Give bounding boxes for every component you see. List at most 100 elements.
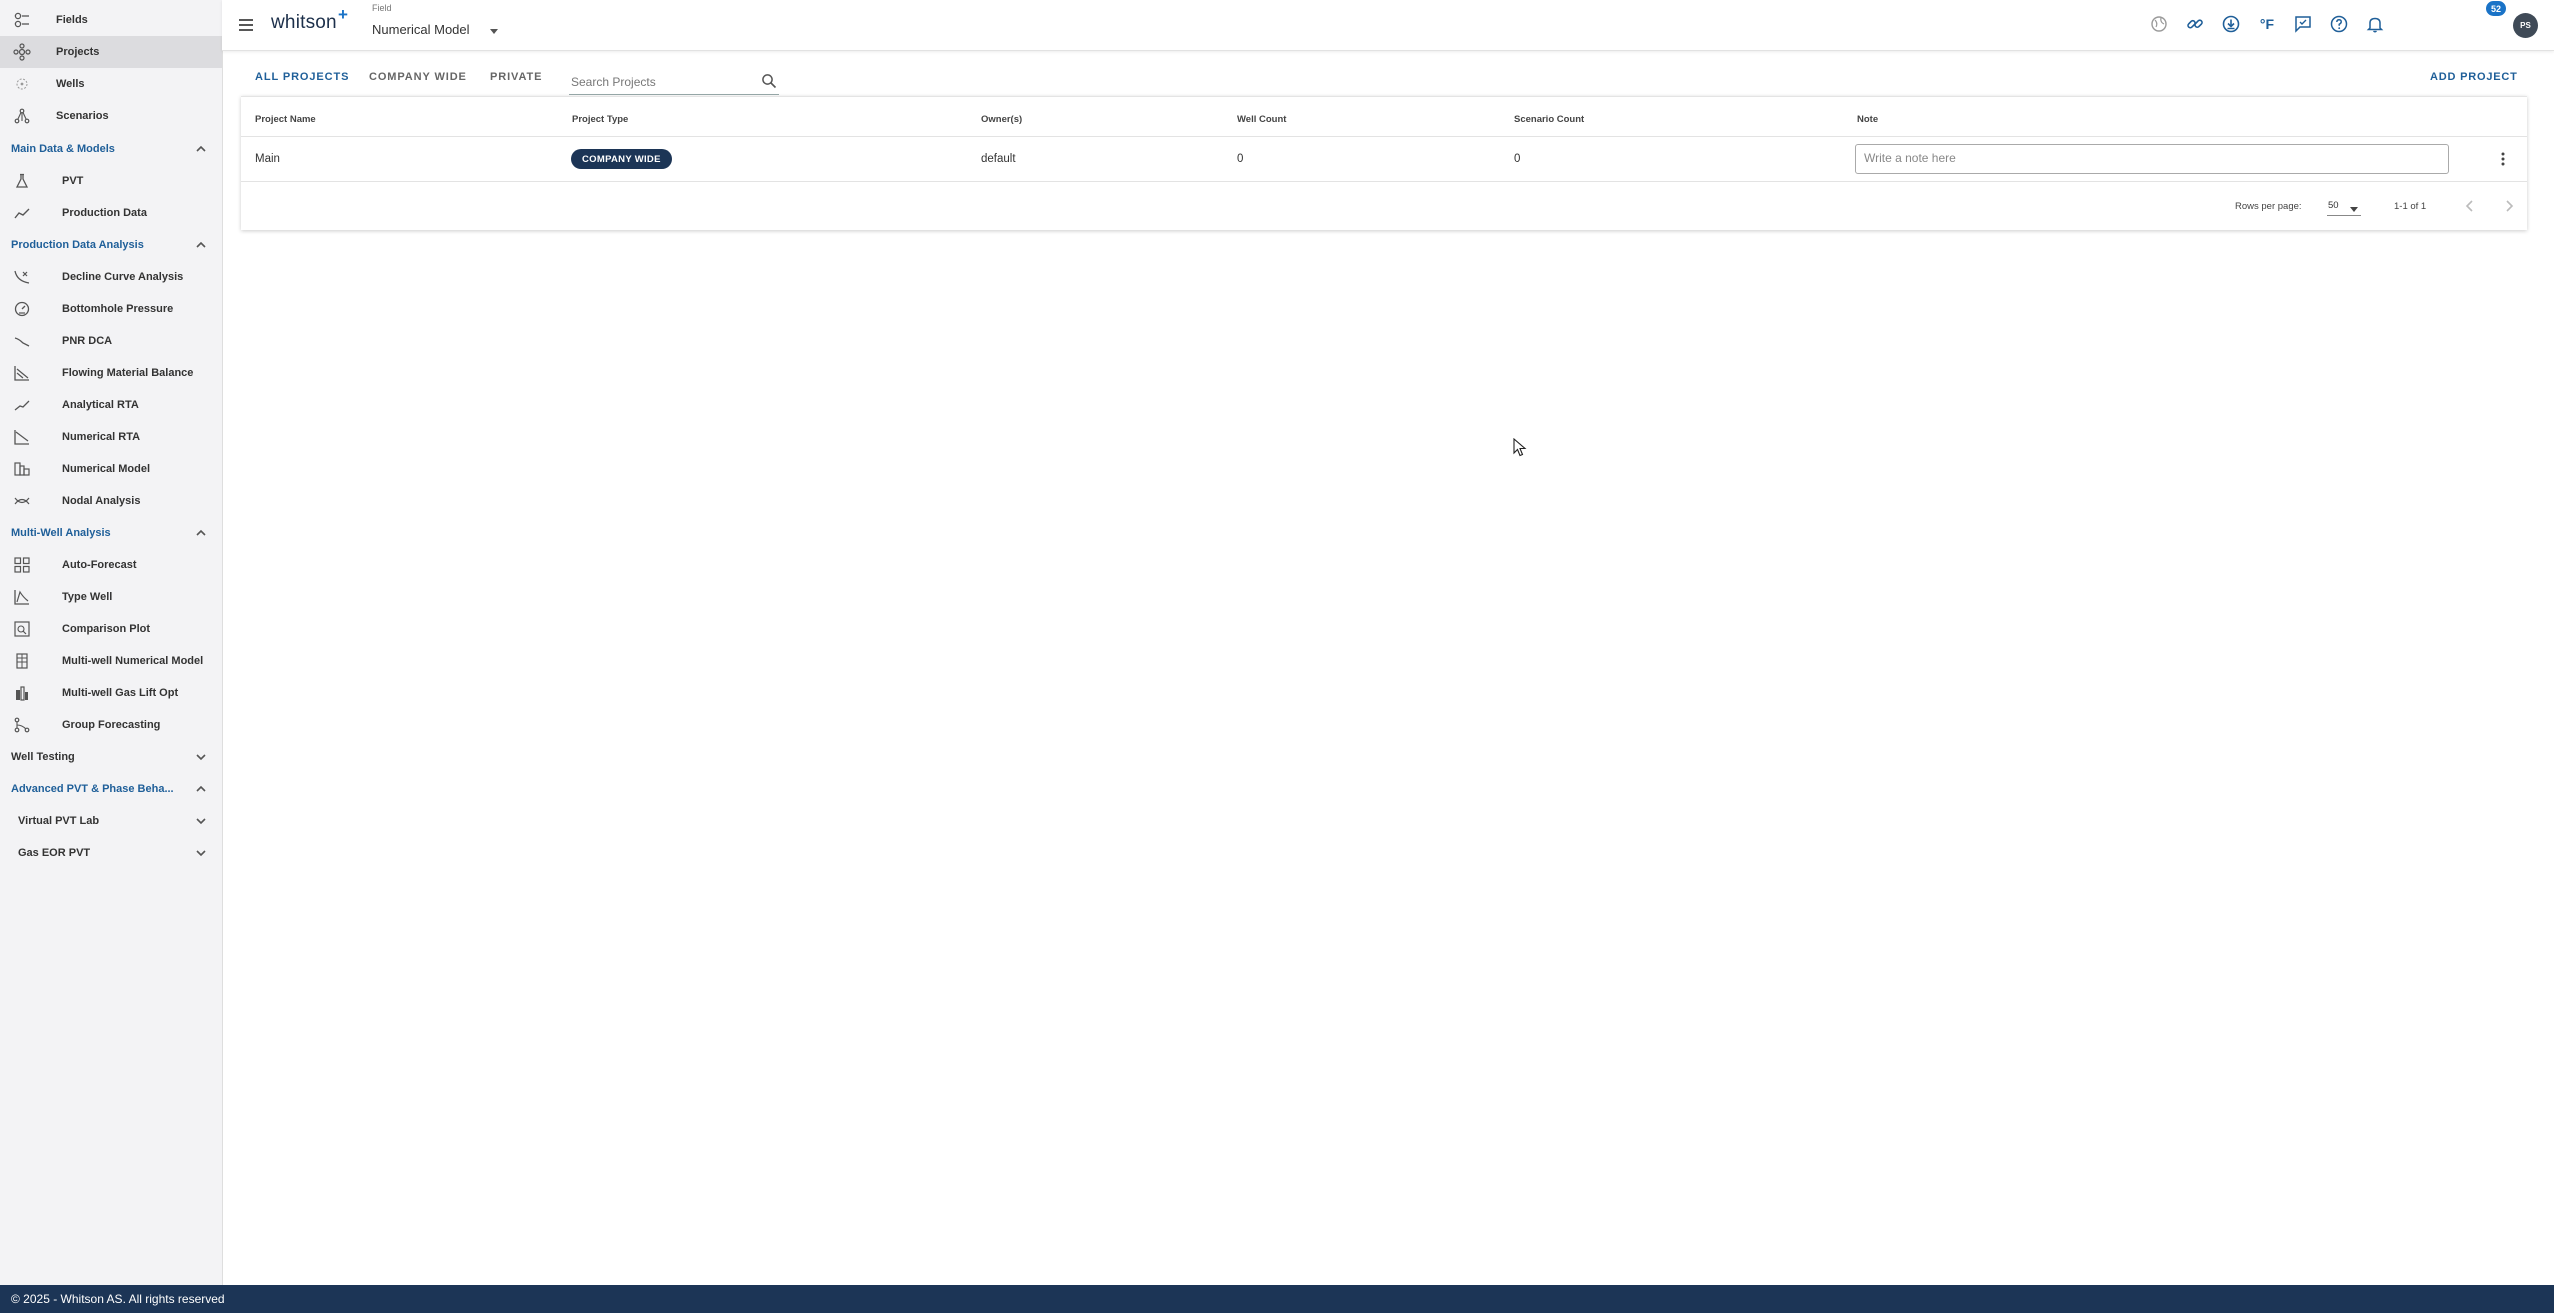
sidebar-item-decline-curve-analysis[interactable]: Decline Curve Analysis [0, 261, 222, 293]
sidebar-item-group-forecasting[interactable]: Group Forecasting [0, 709, 222, 741]
sidebar-item-label: Auto-Forecast [62, 559, 137, 571]
section-label: Well Testing [11, 751, 75, 763]
column-header-owners[interactable]: Owner(s) [981, 114, 1022, 125]
next-page-icon[interactable] [2499, 196, 2519, 216]
project-type-badge: COMPANY WIDE [571, 149, 672, 169]
caret-down-icon[interactable] [488, 24, 500, 36]
type-well-icon [13, 588, 31, 606]
sidebar-item-label: Nodal Analysis [62, 495, 141, 507]
sidebar-item-pvt[interactable]: PVT [0, 165, 222, 197]
sidebar-item-type-well[interactable]: Type Well [0, 581, 222, 613]
sidebar-item-label: Multi-well Gas Lift Opt [62, 687, 179, 699]
note-input[interactable] [1855, 144, 2449, 174]
notification-count-badge: 52 [2486, 1, 2506, 16]
sidebar-item-pnr-dca[interactable]: PNR DCA [0, 325, 222, 357]
temperature-unit-toggle[interactable]: °F [2256, 13, 2278, 35]
projects-icon [13, 43, 31, 61]
scenarios-icon [13, 107, 31, 125]
sidebar-item-label: Bottomhole Pressure [62, 303, 174, 315]
user-avatar[interactable]: PS [2513, 13, 2538, 38]
cell-well-count: 0 [1237, 153, 1244, 165]
sidebar-item-comparison-plot[interactable]: Comparison Plot [0, 613, 222, 645]
cell-scenario-count: 0 [1514, 153, 1521, 165]
column-header-project-name[interactable]: Project Name [255, 114, 316, 125]
trend-icon [13, 204, 31, 222]
previous-page-icon[interactable] [2460, 196, 2480, 216]
link-icon[interactable] [2184, 13, 2206, 35]
sidebar-item-label: Comparison Plot [62, 623, 151, 635]
decline-icon [13, 268, 31, 286]
gauge-icon [13, 300, 31, 318]
section-multi-well-analysis[interactable]: Multi-Well Analysis [0, 517, 222, 549]
column-header-well-count[interactable]: Well Count [1237, 114, 1286, 125]
numerical-model-icon [13, 460, 31, 478]
section-well-testing[interactable]: Well Testing [0, 741, 222, 773]
section-label: Virtual PVT Lab [18, 815, 100, 827]
app-logo[interactable]: whitson [271, 12, 337, 34]
search-icon[interactable] [761, 73, 777, 89]
sidebar-item-projects[interactable]: Projects [0, 36, 222, 68]
download-icon[interactable] [2220, 13, 2242, 35]
sidebar-item-multi-well-numerical-model[interactable]: Multi-well Numerical Model [0, 645, 222, 677]
field-selector-value[interactable]: Numerical Model [372, 22, 470, 37]
sidebar-item-flowing-material-balance[interactable]: Flowing Material Balance [0, 357, 222, 389]
sidebar-item-production-data[interactable]: Production Data [0, 197, 222, 229]
footer-copyright: © 2025 - Whitson AS. All rights reserved [11, 1292, 225, 1306]
sidebar-item-wells[interactable]: Wells [0, 68, 222, 100]
sidebar-item-label: Numerical RTA [62, 431, 141, 443]
tab-private[interactable]: PRIVATE [490, 71, 542, 83]
chevron-up-icon [194, 526, 208, 540]
column-header-scenario-count[interactable]: Scenario Count [1514, 114, 1584, 125]
rows-per-page-value[interactable]: 50 [2328, 200, 2339, 211]
cell-owners: default [981, 153, 1016, 165]
section-production-data-analysis[interactable]: Production Data Analysis [0, 229, 222, 261]
section-label: Multi-Well Analysis [11, 527, 111, 539]
column-header-note[interactable]: Note [1857, 114, 1878, 125]
sidebar-item-numerical-rta[interactable]: Numerical RTA [0, 421, 222, 453]
sidebar-item-scenarios[interactable]: Scenarios [0, 100, 222, 132]
tab-all-projects[interactable]: ALL PROJECTS [255, 71, 349, 83]
sidebar-item-label: Production Data [62, 207, 147, 219]
sidebar-item-analytical-rta[interactable]: Analytical RTA [0, 389, 222, 421]
sidebar-item-auto-forecast[interactable]: Auto-Forecast [0, 549, 222, 581]
help-icon[interactable] [2328, 13, 2350, 35]
fmb-icon [13, 364, 31, 382]
sidebar-item-fields[interactable]: Fields [0, 4, 222, 36]
field-caption: Field [372, 3, 392, 13]
section-advanced-pvt[interactable]: Advanced PVT & Phase Beha... [0, 773, 222, 805]
column-header-project-type[interactable]: Project Type [572, 114, 628, 125]
cell-project-name[interactable]: Main [255, 153, 280, 165]
section-virtual-pvt-lab[interactable]: Virtual PVT Lab [0, 805, 222, 837]
row-divider [241, 181, 2527, 182]
caret-down-icon[interactable] [2349, 201, 2359, 212]
feedback-icon[interactable] [2292, 13, 2314, 35]
section-label: Advanced PVT & Phase Beha... [11, 783, 174, 795]
grid-icon [13, 556, 31, 574]
menu-icon[interactable] [236, 15, 256, 35]
sidebar-item-label: Type Well [62, 591, 113, 603]
tab-company-wide[interactable]: COMPANY WIDE [369, 71, 467, 83]
section-main-data-models[interactable]: Main Data & Models [0, 133, 222, 165]
fields-icon [13, 11, 31, 29]
sidebar-item-nodal-analysis[interactable]: Nodal Analysis [0, 485, 222, 517]
pnr-icon [13, 332, 31, 350]
notifications-bell-icon[interactable] [2364, 13, 2386, 35]
sidebar-item-label: Multi-well Numerical Model [62, 655, 204, 667]
chevron-down-icon [194, 846, 208, 860]
more-vert-icon[interactable] [2493, 149, 2513, 169]
add-project-button[interactable]: ADD PROJECT [2430, 71, 2518, 83]
globe-icon[interactable] [2148, 13, 2170, 35]
search-input[interactable] [569, 72, 753, 92]
section-gas-eor-pvt[interactable]: Gas EOR PVT [0, 837, 222, 869]
sidebar-item-multi-well-gas-lift-opt[interactable]: Multi-well Gas Lift Opt [0, 677, 222, 709]
nodal-icon [13, 492, 31, 510]
search-field [569, 70, 779, 95]
chevron-up-icon [194, 142, 208, 156]
sidebar-item-label: Flowing Material Balance [62, 367, 194, 379]
footer: © 2025 - Whitson AS. All rights reserved [0, 1285, 2554, 1313]
sidebar-item-numerical-model[interactable]: Numerical Model [0, 453, 222, 485]
projects-table: Project Name Project Type Owner(s) Well … [241, 96, 2527, 230]
sidebar-item-label: Fields [56, 14, 88, 26]
section-label: Gas EOR PVT [18, 847, 91, 859]
sidebar-item-bottomhole-pressure[interactable]: Bottomhole Pressure [0, 293, 222, 325]
